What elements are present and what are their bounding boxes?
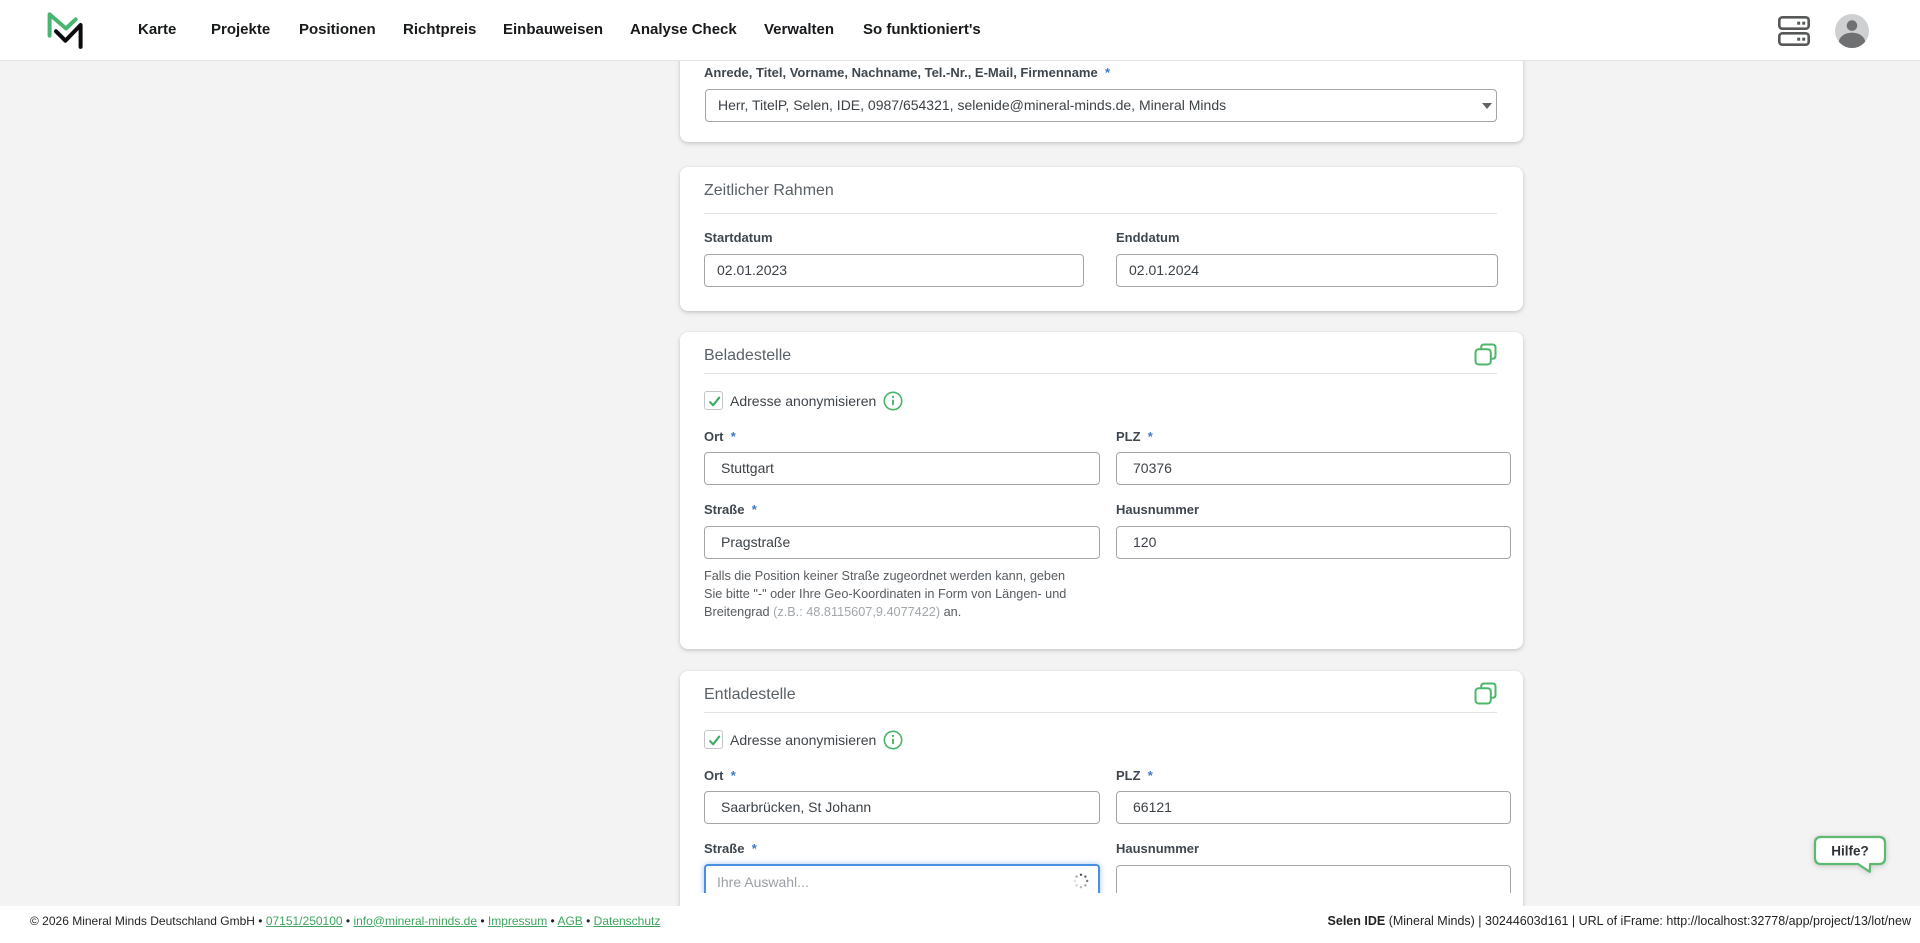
svg-text:Hilfe?: Hilfe? [1831, 843, 1869, 858]
